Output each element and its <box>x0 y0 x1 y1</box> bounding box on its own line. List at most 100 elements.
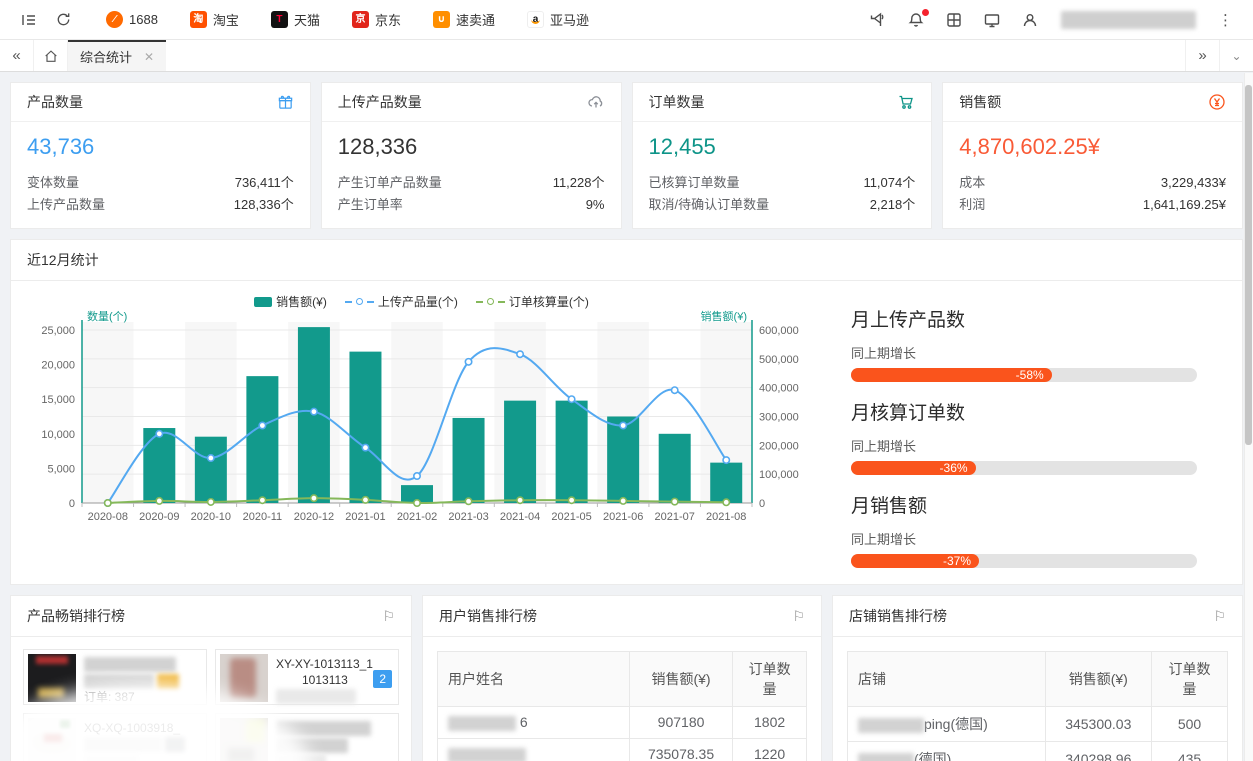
tab-amazon-label: 亚马逊 <box>550 10 589 29</box>
monthly-stats-chart: 销售额(¥)上传产品量(个)订单核算量(个) 0100,000200,00030… <box>11 281 826 584</box>
product-card[interactable]: XQ-XQ-1003918_ <box>23 713 207 761</box>
product-card[interactable]: 订单: 387 <box>23 649 207 705</box>
collapse-menu-icon[interactable] <box>12 3 46 37</box>
growth-panel: 月上传产品数 同上期增长 -58% 月核算订单数 同上期增长 -36% 月销售额… <box>826 281 1242 584</box>
double-chevron-right-icon[interactable]: » <box>1185 40 1219 71</box>
user-icon[interactable] <box>1013 3 1047 37</box>
legend-item[interactable]: 订单核算量(个) <box>476 293 589 310</box>
cloud-upload-icon <box>587 93 605 111</box>
stat-card-value: 128,336 <box>338 134 605 160</box>
stat-row-value: 11,074个 <box>863 172 915 194</box>
stat-row-label: 产生订单产品数量 <box>338 172 442 194</box>
flag-icon[interactable]: ⚐ <box>1213 608 1226 625</box>
stat-card-title: 销售额 <box>959 92 1001 112</box>
svg-text:2021-05: 2021-05 <box>551 511 591 523</box>
home-icon[interactable] <box>34 40 68 71</box>
stat-card-title: 产品数量 <box>27 92 83 112</box>
shop-orders: 435 <box>1151 742 1227 761</box>
svg-text:10,000: 10,000 <box>41 429 75 441</box>
growth-title-uploads: 月上传产品数 <box>851 305 1197 332</box>
svg-text:25,000: 25,000 <box>41 325 75 337</box>
scrollbar-thumb[interactable] <box>1245 85 1252 445</box>
svg-text:5,000: 5,000 <box>47 463 75 475</box>
flag-icon[interactable]: ⚐ <box>792 608 805 625</box>
tab-aliexpress[interactable]: ∪ 速卖通 <box>417 0 511 40</box>
tab-tmall[interactable]: T 天猫 <box>255 0 336 40</box>
flag-icon[interactable]: ⚐ <box>382 608 395 625</box>
page-tab-bar: « 综合统计 ✕ » ⌄ <box>0 40 1253 72</box>
tab-aliexpress-label: 速卖通 <box>456 10 495 29</box>
table-row[interactable]: 735078.35 1220 <box>438 738 807 761</box>
col-shop-name: 店铺 <box>848 652 1046 707</box>
svg-text:600,000: 600,000 <box>759 325 799 337</box>
product-image <box>220 654 268 702</box>
shop-name: (德国) <box>914 751 951 761</box>
svg-text:400,000: 400,000 <box>759 383 799 395</box>
scrollbar[interactable] <box>1244 73 1253 761</box>
legend-item[interactable]: 上传产品量(个) <box>345 293 458 310</box>
growth-title-sales: 月销售额 <box>851 491 1197 518</box>
monthly-stats-title: 近12月统计 <box>27 250 99 270</box>
col-orders: 订单数量 <box>1151 652 1227 707</box>
tab-1688[interactable]: ⁄ 1688 <box>90 0 174 40</box>
svg-text:2020-12: 2020-12 <box>294 511 334 523</box>
legend-item[interactable]: 销售额(¥) <box>254 293 327 310</box>
shop-ranking-title: 店铺销售排行榜 <box>849 606 947 626</box>
svg-text:200,000: 200,000 <box>759 440 799 452</box>
gift-icon <box>277 94 294 111</box>
growth-label: 同上期增长 <box>851 436 1197 455</box>
growth-fill: -37% <box>851 554 979 568</box>
monitor-icon[interactable] <box>975 3 1009 37</box>
user-sales: 907180 <box>629 707 732 739</box>
growth-title-orders: 月核算订单数 <box>851 398 1197 425</box>
announcement-icon[interactable] <box>861 3 895 37</box>
svg-text:2020-11: 2020-11 <box>243 511 283 523</box>
stat-row-label: 上传产品数量 <box>27 194 105 216</box>
svg-text:500,000: 500,000 <box>759 354 799 366</box>
tab-taobao[interactable]: 淘 淘宝 <box>174 0 255 40</box>
shop-orders: 500 <box>1151 707 1227 742</box>
refresh-icon[interactable] <box>46 3 80 37</box>
1688-icon: ⁄ <box>106 11 123 28</box>
kebab-menu-icon[interactable]: ⋮ <box>1210 11 1241 29</box>
close-icon[interactable]: ✕ <box>144 50 154 64</box>
chevron-down-icon[interactable]: ⌄ <box>1219 40 1253 71</box>
product-sku-sub: 1013113 <box>302 673 348 687</box>
notification-bell-icon[interactable] <box>899 3 933 37</box>
stat-cards-row: 产品数量 43,736 变体数量736,411个 上传产品数量128,336个 … <box>10 82 1243 229</box>
growth-label: 同上期增长 <box>851 529 1197 548</box>
table-row[interactable]: (德国) 340298.96 435 <box>848 742 1228 761</box>
stat-card-sales: 销售额 4,870,602.25¥ 成本3,229,433¥ 利润1,641,1… <box>942 82 1243 229</box>
stat-row-label: 变体数量 <box>27 172 79 194</box>
tab-comprehensive-stats[interactable]: 综合统计 ✕ <box>68 40 166 71</box>
tab-jd[interactable]: 京 京东 <box>336 0 417 40</box>
product-sku: XQ-XQ-1003918_ <box>84 721 180 735</box>
tab-tmall-label: 天猫 <box>294 10 320 29</box>
shop-sales: 340298.96 <box>1045 742 1151 761</box>
shop-sales: 345300.03 <box>1045 707 1151 742</box>
user-ranking-panel: 用户销售排行榜 ⚐ 用户姓名 销售额(¥) 订单数量 6 <box>422 595 822 761</box>
product-image <box>28 654 76 702</box>
yen-circle-icon <box>1208 93 1226 111</box>
product-card[interactable]: XY-XY-1013113_1 1013113 2 <box>215 649 399 705</box>
apps-grid-icon[interactable] <box>937 3 971 37</box>
chart-legend: 销售额(¥) 上传产品量(个) 订单核算量(个) <box>17 285 826 310</box>
svg-text:2021-08: 2021-08 <box>706 511 746 523</box>
table-row[interactable]: 6 907180 1802 <box>438 707 807 739</box>
table-row[interactable]: ping(德国) 345300.03 500 <box>848 707 1228 742</box>
bar-line-chart[interactable]: 0100,000200,000300,000400,000500,000600,… <box>17 310 817 548</box>
product-ranking-title: 产品畅销排行榜 <box>27 606 125 626</box>
svg-text:0: 0 <box>69 498 75 510</box>
user-orders: 1220 <box>733 738 807 761</box>
product-sku: XY-XY-1013113_1 <box>276 657 373 671</box>
toolbar-right: ⋮ <box>861 3 1241 37</box>
svg-text:2021-01: 2021-01 <box>345 511 385 523</box>
double-chevron-left-icon[interactable]: « <box>0 40 34 71</box>
tab-amazon[interactable]: a 亚马逊 <box>511 0 605 40</box>
stat-row-value: 9% <box>586 194 605 216</box>
product-card[interactable] <box>215 713 399 761</box>
dashboard-page: ⁄ 1688 淘 淘宝 T 天猫 京 京东 ∪ 速卖通 a 亚马逊 <box>0 0 1253 761</box>
svg-text:2020-08: 2020-08 <box>88 511 128 523</box>
tab-1688-label: 1688 <box>129 12 158 27</box>
ranking-row: 产品畅销排行榜 ⚐ 订单: 387 <box>10 595 1243 761</box>
